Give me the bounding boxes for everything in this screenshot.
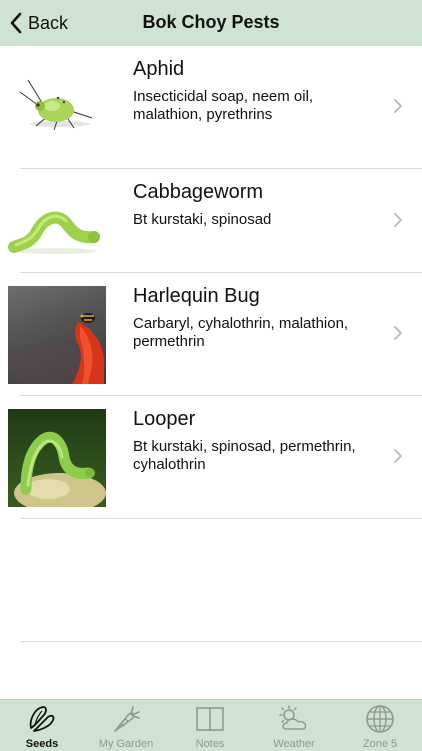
sun-cloud-icon bbox=[279, 705, 307, 730]
row-divider bbox=[20, 641, 422, 642]
list-item-harlequin-bug[interactable]: Harlequin Bug Carbaryl, cyhalothrin, mal… bbox=[0, 273, 422, 395]
seeds-icon bbox=[29, 706, 55, 732]
tab-label: My Garden bbox=[98, 738, 154, 750]
tab-my-garden[interactable]: My Garden bbox=[84, 700, 168, 751]
navigation-bar: Back Bok Choy Pests bbox=[0, 0, 422, 46]
pest-treatments: Bt kurstaki, spinosad, permethrin, cyhal… bbox=[133, 438, 356, 473]
tab-weather[interactable]: Weather bbox=[252, 700, 336, 751]
tab-label: Weather bbox=[273, 738, 315, 750]
harlequin-bug-photo bbox=[8, 286, 106, 384]
tab-notes[interactable]: Notes bbox=[168, 700, 252, 751]
tab-zone[interactable]: Zone 5 bbox=[338, 700, 422, 751]
pest-treatments: Bt kurstaki, spinosad bbox=[133, 211, 272, 228]
pest-treatments: Insecticidal soap, neem oil, malathion, … bbox=[133, 88, 314, 123]
page-title: Bok Choy Pests bbox=[142, 12, 280, 32]
list-item-looper[interactable]: Looper Bt kurstaki, spinosad, permethrin… bbox=[0, 396, 422, 518]
tab-seeds[interactable]: Seeds bbox=[0, 700, 84, 751]
looper-photo bbox=[8, 409, 106, 507]
pest-name: Looper bbox=[133, 408, 196, 430]
list-item-aphid[interactable]: Aphid Insecticidal soap, neem oil, malat… bbox=[0, 46, 422, 168]
list-item-cabbageworm[interactable]: Cabbageworm Bt kurstaki, spinosad bbox=[0, 169, 422, 272]
tab-label: Seeds bbox=[25, 738, 59, 750]
row-divider bbox=[20, 518, 422, 519]
aphid-photo bbox=[8, 58, 106, 156]
tab-bar: Seeds My Garden Notes Weather Zone 5 bbox=[0, 699, 422, 751]
pest-name: Harlequin Bug bbox=[133, 285, 260, 307]
pest-name: Cabbageworm bbox=[133, 181, 264, 203]
carrot-icon bbox=[114, 706, 140, 732]
pest-treatments: Carbaryl, cyhalothrin, malathion, permet… bbox=[133, 315, 349, 350]
chevron-right-icon bbox=[394, 99, 402, 113]
globe-icon bbox=[366, 705, 394, 733]
book-icon bbox=[196, 707, 224, 731]
tab-label: Zone 5 bbox=[362, 738, 398, 750]
tab-label: Notes bbox=[195, 738, 225, 750]
chevron-right-icon bbox=[394, 449, 402, 463]
cabbageworm-photo bbox=[8, 171, 106, 269]
chevron-right-icon bbox=[394, 213, 402, 227]
chevron-right-icon bbox=[394, 326, 402, 340]
pest-name: Aphid bbox=[133, 58, 185, 80]
